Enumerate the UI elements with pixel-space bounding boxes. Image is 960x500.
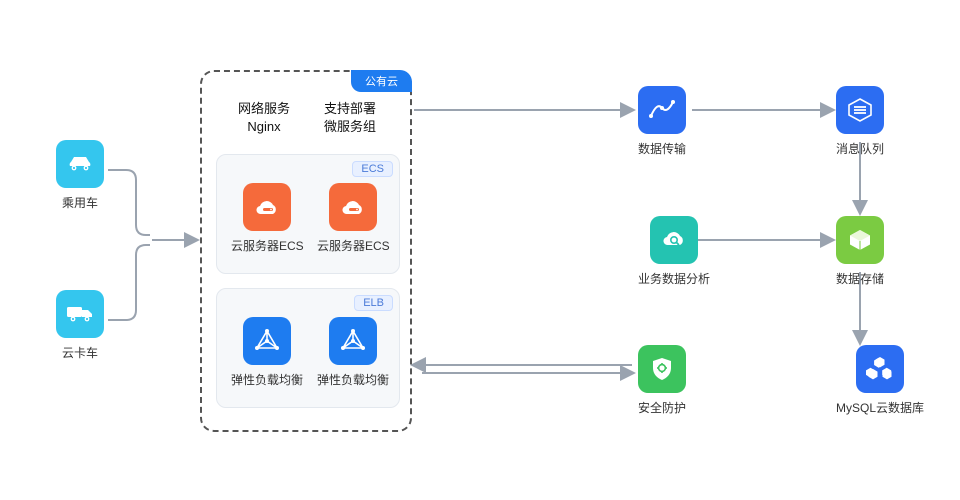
center-container: 公有云 网络服务 Nginx 支持部署 微服务组 ECS 云服务器ECS 云服务… [200,70,412,432]
car-label: 乘用车 [62,194,98,211]
elb-item-2: 弹性负载均衡 [317,317,389,388]
center-header-left: 网络服务 Nginx [224,100,304,136]
ecs-card: ECS 云服务器ECS 云服务器ECS [216,154,400,274]
center-header-right: 支持部署 微服务组 [310,100,390,136]
elb-item-1: 弹性负载均衡 [231,317,303,388]
elb-card: ELB 弹性负载均衡 弹性负载均衡 [216,288,400,408]
analytics-label: 业务数据分析 [638,270,710,287]
mysql-label: MySQL云数据库 [836,399,924,416]
node-storage: 数据存储 [836,216,884,287]
storage-cube-icon [836,216,884,264]
node-mysql: MySQL云数据库 [836,345,924,416]
message-queue-label: 消息队列 [836,140,884,157]
ecs-item-2: 云服务器ECS [317,183,390,254]
ecs-item-1-label: 云服务器ECS [231,237,304,254]
load-balancer-icon [243,317,291,365]
elb-item-1-label: 弹性负载均衡 [231,371,303,388]
node-data-transfer: 数据传输 [638,86,686,157]
node-message-queue: 消息队列 [836,86,884,157]
cloud-server-icon [329,183,377,231]
center-header-right-l2: 微服务组 [310,118,390,136]
truck-icon [56,290,104,338]
queue-icon [836,86,884,134]
security-label: 安全防护 [638,399,686,416]
node-car: 乘用车 [56,140,104,211]
center-header-left-l1: 网络服务 [224,100,304,118]
center-header-left-l2: Nginx [224,118,304,136]
node-analytics: 业务数据分析 [638,216,710,287]
center-header-right-l1: 支持部署 [310,100,390,118]
database-cluster-icon [856,345,904,393]
node-truck: 云卡车 [56,290,104,361]
load-balancer-icon [329,317,377,365]
car-icon [56,140,104,188]
center-tab: 公有云 [351,70,412,92]
ecs-item-1: 云服务器ECS [231,183,304,254]
elb-item-2-label: 弹性负载均衡 [317,371,389,388]
data-transfer-label: 数据传输 [638,140,686,157]
flow-icon [638,86,686,134]
ecs-tag: ECS [352,161,393,177]
node-security: 安全防护 [638,345,686,416]
cloud-server-icon [243,183,291,231]
connectors-svg [0,0,960,500]
cloud-search-icon [650,216,698,264]
shield-gear-icon [638,345,686,393]
elb-tag: ELB [354,295,393,311]
architecture-diagram: 乘用车 云卡车 公有云 网络服务 Nginx 支持部署 微服务组 ECS 云服务… [0,0,960,500]
storage-label: 数据存储 [836,270,884,287]
ecs-item-2-label: 云服务器ECS [317,237,390,254]
truck-label: 云卡车 [62,344,98,361]
